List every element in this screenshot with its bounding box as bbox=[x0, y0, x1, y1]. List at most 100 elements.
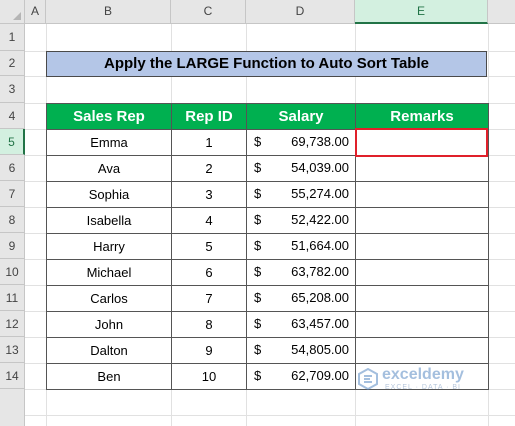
cell-name[interactable]: Ben bbox=[46, 363, 172, 390]
row-header-14[interactable]: 14 bbox=[0, 363, 24, 389]
cell-name[interactable]: Carlos bbox=[46, 285, 172, 312]
table-row: Ava 2 $54,039.00 bbox=[46, 155, 489, 182]
column-header-a[interactable]: A bbox=[25, 0, 46, 23]
currency-symbol: $ bbox=[254, 134, 262, 149]
table-row: Sophia 3 $55,274.00 bbox=[46, 181, 489, 208]
cell-remarks[interactable] bbox=[355, 181, 489, 208]
currency-symbol: $ bbox=[254, 290, 262, 305]
salary-amount: 52,422.00 bbox=[291, 212, 349, 227]
cell-remarks[interactable] bbox=[355, 259, 489, 286]
header-remarks[interactable]: Remarks bbox=[355, 103, 489, 130]
currency-symbol: $ bbox=[254, 238, 262, 253]
exceldemy-watermark: exceldemy EXCEL · DATA · BI bbox=[358, 366, 498, 396]
salary-amount: 51,664.00 bbox=[291, 238, 349, 253]
salary-amount: 54,805.00 bbox=[291, 342, 349, 357]
currency-symbol: $ bbox=[254, 342, 262, 357]
row-header-6[interactable]: 6 bbox=[0, 155, 24, 181]
header-row: Sales Rep Rep ID Salary Remarks bbox=[46, 103, 489, 130]
column-header-c[interactable]: C bbox=[171, 0, 246, 23]
select-all-triangle-icon bbox=[13, 12, 21, 20]
cell-name[interactable]: Michael bbox=[46, 259, 172, 286]
cell-rep-id[interactable]: 6 bbox=[171, 259, 247, 286]
cell-rep-id[interactable]: 10 bbox=[171, 363, 247, 390]
column-header-d[interactable]: D bbox=[246, 0, 355, 23]
table-row: Dalton 9 $54,805.00 bbox=[46, 337, 489, 364]
cell-remarks[interactable] bbox=[355, 207, 489, 234]
cell-remarks[interactable] bbox=[355, 155, 489, 182]
currency-symbol: $ bbox=[254, 316, 262, 331]
table-row: Carlos 7 $65,208.00 bbox=[46, 285, 489, 312]
cell-rep-id[interactable]: 4 bbox=[171, 207, 247, 234]
column-header-b[interactable]: B bbox=[46, 0, 171, 23]
row-header-8[interactable]: 8 bbox=[0, 207, 24, 233]
row-header-3[interactable]: 3 bbox=[0, 76, 24, 103]
cell-salary[interactable]: $54,805.00 bbox=[246, 337, 356, 364]
cell-salary[interactable]: $55,274.00 bbox=[246, 181, 356, 208]
currency-symbol: $ bbox=[254, 212, 262, 227]
currency-symbol: $ bbox=[254, 264, 262, 279]
table-row: Isabella 4 $52,422.00 bbox=[46, 207, 489, 234]
cell-rep-id[interactable]: 3 bbox=[171, 181, 247, 208]
currency-symbol: $ bbox=[254, 186, 262, 201]
column-headers: A B C D E bbox=[25, 0, 515, 24]
cell-name[interactable]: Emma bbox=[46, 129, 172, 156]
cell-salary[interactable]: $54,039.00 bbox=[246, 155, 356, 182]
row-header-4[interactable]: 4 bbox=[0, 103, 24, 129]
row-header-13[interactable]: 13 bbox=[0, 337, 24, 363]
cell-name[interactable]: Dalton bbox=[46, 337, 172, 364]
cell-name[interactable]: Ava bbox=[46, 155, 172, 182]
row-header-7[interactable]: 7 bbox=[0, 181, 24, 207]
watermark-brand: exceldemy bbox=[382, 366, 464, 383]
cell-remarks[interactable] bbox=[355, 233, 489, 260]
row-header-5[interactable]: 5 bbox=[0, 129, 25, 155]
cell-remarks[interactable] bbox=[355, 129, 489, 156]
currency-symbol: $ bbox=[254, 368, 262, 383]
header-sales-rep[interactable]: Sales Rep bbox=[46, 103, 172, 130]
header-rep-id[interactable]: Rep ID bbox=[171, 103, 247, 130]
table-row: Emma 1 $69,738.00 bbox=[46, 129, 489, 156]
sheet-title: Apply the LARGE Function to Auto Sort Ta… bbox=[46, 51, 487, 77]
cell-name[interactable]: Harry bbox=[46, 233, 172, 260]
row-headers: 1 2 3 4 5 6 7 8 9 10 11 12 13 14 bbox=[0, 24, 25, 426]
select-all-corner[interactable] bbox=[0, 0, 25, 24]
cell-salary[interactable]: $63,457.00 bbox=[246, 311, 356, 338]
cell-salary[interactable]: $65,208.00 bbox=[246, 285, 356, 312]
salary-amount: 62,709.00 bbox=[291, 368, 349, 383]
cell-name[interactable]: Sophia bbox=[46, 181, 172, 208]
cell-salary[interactable]: $51,664.00 bbox=[246, 233, 356, 260]
salary-amount: 55,274.00 bbox=[291, 186, 349, 201]
watermark-tagline: EXCEL · DATA · BI bbox=[385, 384, 461, 391]
cell-rep-id[interactable]: 1 bbox=[171, 129, 247, 156]
column-header-e[interactable]: E bbox=[355, 0, 488, 24]
row-header-9[interactable]: 9 bbox=[0, 233, 24, 259]
cell-rep-id[interactable]: 8 bbox=[171, 311, 247, 338]
cell-remarks[interactable] bbox=[355, 311, 489, 338]
sales-table: Sales Rep Rep ID Salary Remarks Emma 1 $… bbox=[46, 103, 489, 390]
currency-symbol: $ bbox=[254, 160, 262, 175]
row-header-1[interactable]: 1 bbox=[0, 24, 24, 51]
cell-salary[interactable]: $69,738.00 bbox=[246, 129, 356, 156]
salary-amount: 65,208.00 bbox=[291, 290, 349, 305]
row-header-2[interactable]: 2 bbox=[0, 51, 24, 76]
salary-amount: 54,039.00 bbox=[291, 160, 349, 175]
table-row: Harry 5 $51,664.00 bbox=[46, 233, 489, 260]
cell-name[interactable]: John bbox=[46, 311, 172, 338]
salary-amount: 63,457.00 bbox=[291, 316, 349, 331]
table-row: Michael 6 $63,782.00 bbox=[46, 259, 489, 286]
cell-rep-id[interactable]: 9 bbox=[171, 337, 247, 364]
cell-salary[interactable]: $52,422.00 bbox=[246, 207, 356, 234]
row-header-10[interactable]: 10 bbox=[0, 259, 24, 285]
cell-salary[interactable]: $62,709.00 bbox=[246, 363, 356, 390]
cell-rep-id[interactable]: 2 bbox=[171, 155, 247, 182]
header-salary[interactable]: Salary bbox=[246, 103, 356, 130]
salary-amount: 69,738.00 bbox=[291, 134, 349, 149]
cell-name[interactable]: Isabella bbox=[46, 207, 172, 234]
row-header-11[interactable]: 11 bbox=[0, 285, 24, 311]
salary-amount: 63,782.00 bbox=[291, 264, 349, 279]
cell-remarks[interactable] bbox=[355, 337, 489, 364]
cell-salary[interactable]: $63,782.00 bbox=[246, 259, 356, 286]
cell-rep-id[interactable]: 5 bbox=[171, 233, 247, 260]
row-header-12[interactable]: 12 bbox=[0, 311, 24, 337]
cell-rep-id[interactable]: 7 bbox=[171, 285, 247, 312]
cell-remarks[interactable] bbox=[355, 285, 489, 312]
